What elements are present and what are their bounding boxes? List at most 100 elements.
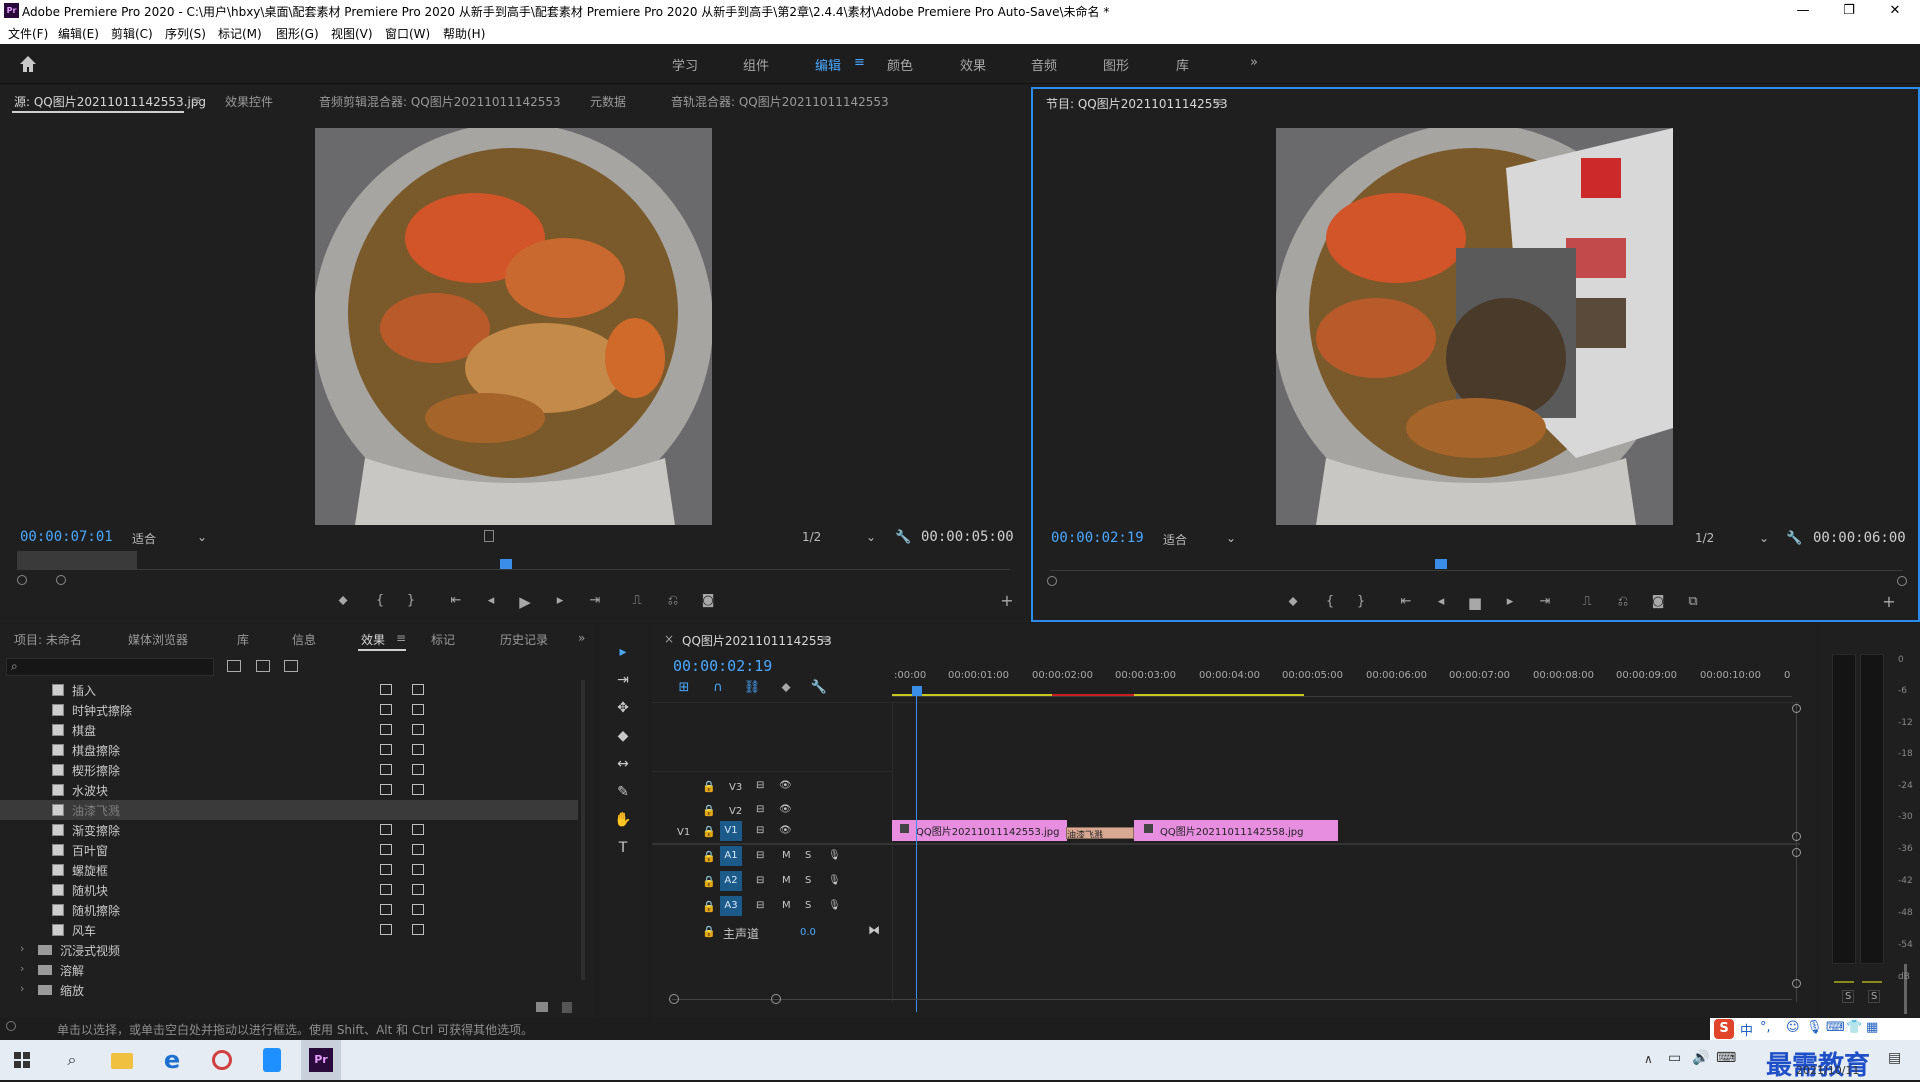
tab-project[interactable]: 项目: 未命名 xyxy=(14,631,82,648)
step-forward-icon[interactable]: ▸ xyxy=(1500,594,1520,609)
eye-icon[interactable]: 👁 xyxy=(779,780,792,791)
lock-icon[interactable]: 🔒 xyxy=(702,900,716,913)
go-to-in-icon[interactable]: ⇤ xyxy=(1396,594,1416,609)
mute-button[interactable]: M xyxy=(782,900,791,911)
network-icon[interactable]: ▭ xyxy=(1668,1050,1681,1066)
program-resolution-dropdown[interactable]: 1/2 xyxy=(1695,531,1714,545)
track-name[interactable]: V2 xyxy=(729,806,742,817)
tablet-app-icon[interactable] xyxy=(256,1044,288,1076)
microphone-icon[interactable]: 🎙 xyxy=(828,850,841,861)
yuv-effects-icon[interactable] xyxy=(284,660,298,672)
tab-sequence[interactable]: QQ图片20211011142553 xyxy=(682,632,832,649)
microphone-icon[interactable]: 🎙 xyxy=(1806,1020,1823,1035)
scroll-handle[interactable] xyxy=(1792,832,1801,841)
source-fit-dropdown[interactable]: 适合 xyxy=(132,530,156,547)
premiere-taskbar-button[interactable]: Pr xyxy=(301,1040,341,1080)
wrench-icon[interactable]: 🔧 xyxy=(809,680,829,695)
zoom-handle-right[interactable] xyxy=(771,994,781,1004)
tab-metadata[interactable]: 元数据 xyxy=(590,93,626,110)
add-button[interactable]: + xyxy=(1879,592,1899,611)
tab-info[interactable]: 信息 xyxy=(292,631,316,648)
tab-audio-track-mixer[interactable]: 音轨混合器: QQ图片20211011142553 xyxy=(671,93,889,110)
emoji-icon[interactable]: ☺ xyxy=(1786,1020,1800,1035)
list-item[interactable]: 棋盘擦除 xyxy=(0,740,578,760)
search-icon[interactable]: ⌕ xyxy=(56,1044,88,1076)
eye-icon[interactable]: 👁 xyxy=(779,804,792,815)
scroll-handle[interactable] xyxy=(1792,704,1801,713)
32bit-effects-icon[interactable] xyxy=(256,660,270,672)
wrench-icon[interactable]: 🔧 xyxy=(1786,531,1802,546)
menu-marker[interactable]: 标记(M) xyxy=(218,25,262,42)
selection-tool-icon[interactable]: ▸ xyxy=(612,644,634,666)
menu-edit[interactable]: 编辑(E) xyxy=(58,25,99,42)
solo-button[interactable]: S xyxy=(805,900,811,911)
snap-icon[interactable]: ∩ xyxy=(708,680,728,695)
list-item[interactable]: 风车 xyxy=(0,920,578,940)
panel-overflow-icon[interactable]: » xyxy=(578,631,585,645)
scroll-handle[interactable] xyxy=(1792,979,1801,988)
workspace-assembly[interactable]: 组件 xyxy=(743,55,769,74)
hand-tool-icon[interactable]: ✋ xyxy=(612,812,634,834)
keyboard-icon[interactable]: ⌨ xyxy=(1826,1020,1845,1035)
list-item[interactable]: 时钟式擦除 xyxy=(0,700,578,720)
program-playhead[interactable] xyxy=(1435,559,1447,569)
add-marker-icon[interactable]: ⬥ xyxy=(1283,594,1303,609)
close-tab-icon[interactable]: × xyxy=(664,632,674,646)
markers-icon[interactable] xyxy=(484,530,494,542)
source-patch[interactable]: V1 xyxy=(677,827,690,838)
extract-icon[interactable]: ⎌ xyxy=(1613,594,1633,609)
chevron-up-icon[interactable]: ∧ xyxy=(1644,1052,1653,1066)
nest-icon[interactable]: ⊞ xyxy=(674,680,694,695)
list-item[interactable]: 渐变擦除 xyxy=(0,820,578,840)
mark-in-icon[interactable]: { xyxy=(1320,594,1340,609)
timeline-playhead[interactable] xyxy=(912,686,922,696)
mute-button[interactable]: M xyxy=(782,875,791,886)
tab-libraries[interactable]: 库 xyxy=(237,631,249,648)
ime-punctuation-toggle[interactable]: °, xyxy=(1760,1020,1771,1035)
edge-browser-icon[interactable]: e xyxy=(156,1044,188,1076)
menu-help[interactable]: 帮助(H) xyxy=(443,25,485,42)
home-icon[interactable] xyxy=(18,54,38,74)
mark-out-icon[interactable]: } xyxy=(401,593,421,608)
program-fit-dropdown[interactable]: 适合 xyxy=(1163,531,1187,548)
microphone-icon[interactable]: 🎙 xyxy=(828,900,841,911)
go-to-out-icon[interactable]: ⇥ xyxy=(585,593,605,608)
menu-graphics[interactable]: 图形(G) xyxy=(276,25,319,42)
zoom-handle-right[interactable] xyxy=(56,575,66,585)
go-to-out-icon[interactable]: ⇥ xyxy=(1535,594,1555,609)
track-target-toggle[interactable]: A2 xyxy=(720,871,742,891)
workspace-editing[interactable]: 编辑 xyxy=(815,55,841,74)
linked-selection-icon[interactable]: ⛓ xyxy=(742,680,762,695)
go-to-end-icon[interactable]: ⧓ xyxy=(868,923,880,937)
tab-effects[interactable]: 效果 xyxy=(361,631,385,648)
lock-icon[interactable]: 🔒 xyxy=(702,850,716,863)
tab-markers[interactable]: 标记 xyxy=(431,631,455,648)
track-select-tool-icon[interactable]: ⇥ xyxy=(612,672,634,694)
source-timecode[interactable]: 00:00:07:01 xyxy=(20,529,113,545)
sync-lock-icon[interactable]: ⊟ xyxy=(756,850,764,861)
workspace-color[interactable]: 颜色 xyxy=(887,55,913,74)
track-target-toggle[interactable]: A1 xyxy=(720,846,742,866)
list-item[interactable]: 螺旋框 xyxy=(0,860,578,880)
step-back-icon[interactable]: ◂ xyxy=(1431,594,1451,609)
workspace-learning[interactable]: 学习 xyxy=(672,55,698,74)
lock-icon[interactable]: 🔒 xyxy=(702,825,716,838)
tab-effects-menu-icon[interactable]: ≡ xyxy=(396,631,406,645)
menu-view[interactable]: 视图(V) xyxy=(331,25,373,42)
folder-item[interactable]: › 沉浸式视频 xyxy=(0,940,578,960)
menu-clip[interactable]: 剪辑(C) xyxy=(111,25,153,42)
tab-source[interactable]: 源: QQ图片20211011142553.jpg xyxy=(14,93,206,110)
slip-tool-icon[interactable]: ↔ xyxy=(612,756,634,778)
tab-program[interactable]: 节目: QQ图片20211011142553 xyxy=(1046,95,1228,112)
source-resolution-dropdown[interactable]: 1/2 xyxy=(802,530,821,544)
folder-item[interactable]: › 溶解 xyxy=(0,960,578,980)
pen-tool-icon[interactable]: ✎ xyxy=(612,784,634,806)
maximize-button[interactable]: ❐ xyxy=(1826,0,1872,22)
trash-icon[interactable] xyxy=(562,1002,572,1013)
volume-icon[interactable]: 🔊 xyxy=(1692,1050,1709,1066)
solo-left-button[interactable]: S xyxy=(1842,990,1855,1003)
new-folder-icon[interactable] xyxy=(536,1002,548,1012)
track-name[interactable]: V3 xyxy=(729,782,742,793)
list-item[interactable]: 插入 xyxy=(0,680,578,700)
play-icon[interactable]: ▶ xyxy=(515,593,535,611)
